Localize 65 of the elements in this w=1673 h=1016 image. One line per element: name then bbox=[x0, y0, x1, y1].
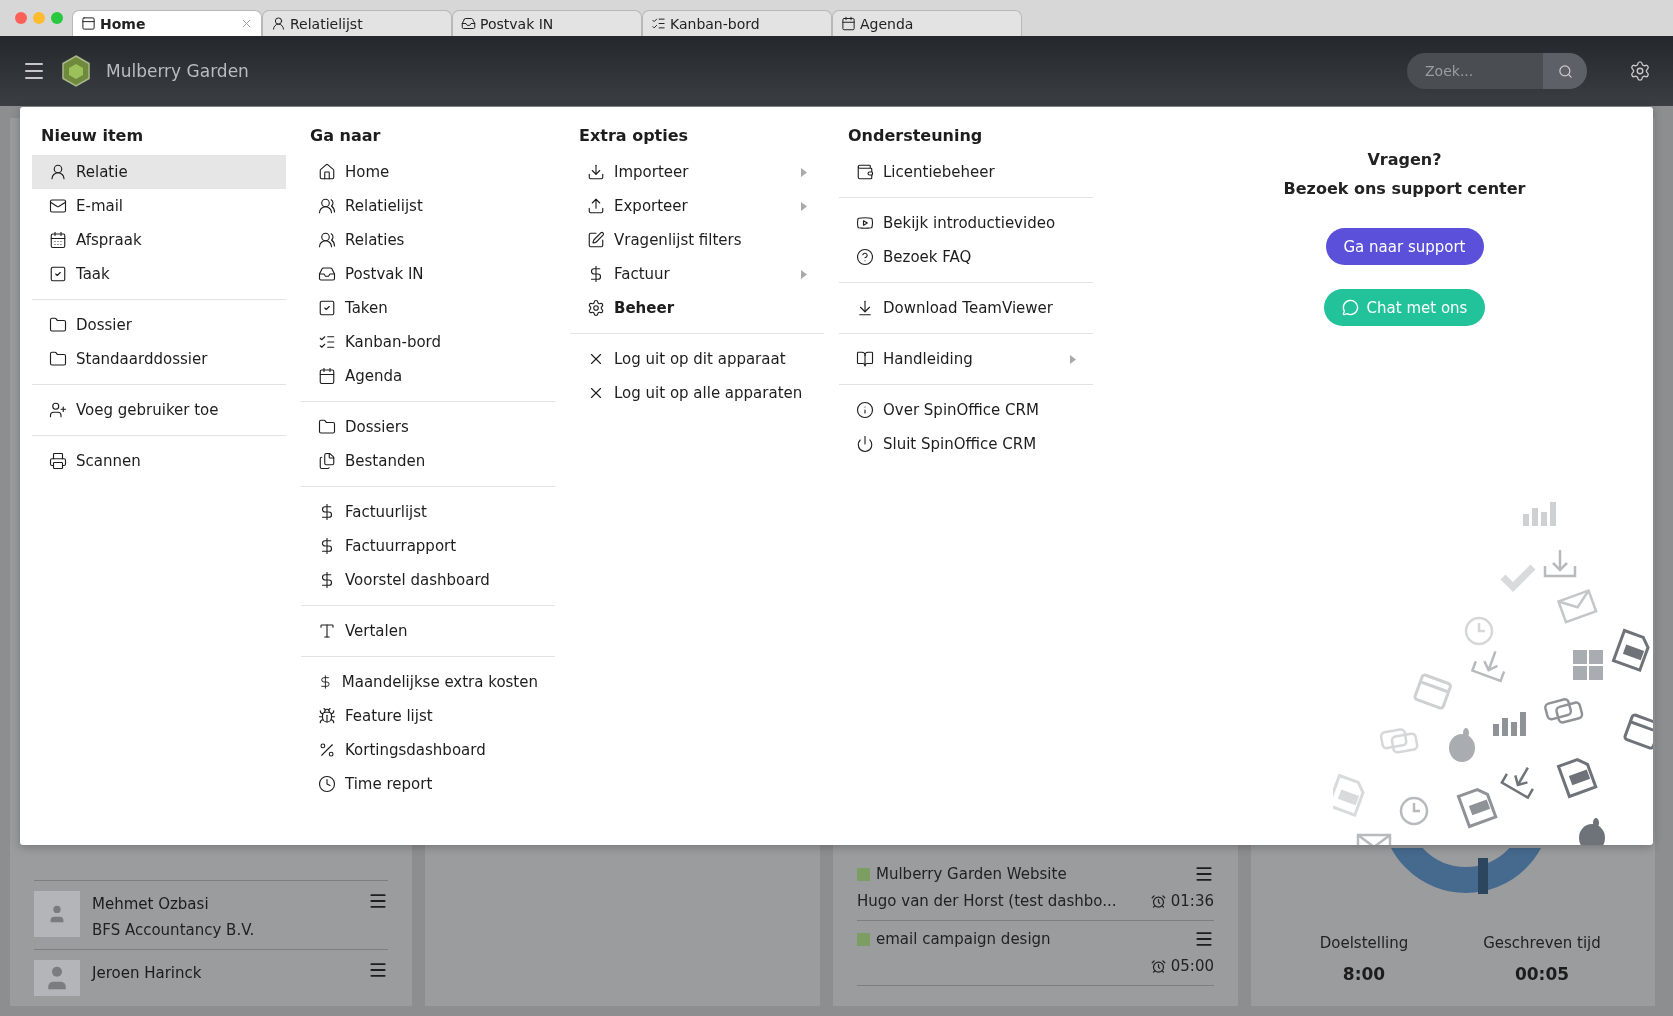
menu-item[interactable]: Download TeamViewer bbox=[839, 291, 1093, 325]
menu-item[interactable]: E-mail bbox=[32, 189, 286, 223]
menu-item[interactable]: Agenda bbox=[301, 359, 555, 393]
task-title[interactable]: email campaign design bbox=[876, 930, 1051, 948]
menu-item[interactable]: Importeer bbox=[570, 155, 824, 189]
menu-item[interactable]: Factuurlijst bbox=[301, 495, 555, 529]
menu-item[interactable]: Scannen bbox=[32, 444, 286, 478]
column-title: Ga naar bbox=[309, 126, 382, 147]
contact-name[interactable]: Jeroen Harinck bbox=[92, 964, 356, 982]
task-subtitle: Hugo van der Horst (test dashbo... bbox=[857, 892, 1117, 910]
browser-tab[interactable]: Relatielijst bbox=[262, 10, 452, 36]
menu-item[interactable]: Handleiding bbox=[839, 342, 1093, 376]
task-title[interactable]: Mulberry Garden Website bbox=[876, 865, 1067, 883]
stat-value: 00:05 bbox=[1513, 964, 1571, 984]
menu-item[interactable]: Postvak IN bbox=[301, 257, 555, 291]
menu-item[interactable]: Maandelijkse extra kosten bbox=[301, 665, 555, 699]
stat-value: 8:00 bbox=[1341, 964, 1387, 984]
menu-item[interactable]: Log uit op alle apparaten bbox=[570, 376, 824, 410]
menu-item[interactable]: Exporteer bbox=[570, 189, 824, 223]
menu-item[interactable]: Beheer bbox=[570, 291, 824, 325]
menu-item[interactable]: Relatielijst bbox=[301, 189, 555, 223]
menu-item[interactable]: Relatie bbox=[32, 155, 286, 189]
menu-item[interactable]: Home bbox=[301, 155, 555, 189]
menu-item[interactable]: Dossier bbox=[32, 308, 286, 342]
menu-item[interactable]: Dossiers bbox=[301, 410, 555, 444]
browser-tab[interactable]: Agenda bbox=[832, 10, 1022, 36]
menu-item[interactable]: Relaties bbox=[301, 223, 555, 257]
menu-item[interactable]: Feature lijst bbox=[301, 699, 555, 733]
menu-item[interactable]: Vragenlijst filters bbox=[570, 223, 824, 257]
menu-item[interactable]: Bezoek FAQ bbox=[839, 240, 1093, 274]
menu-item[interactable]: Standaarddossier bbox=[32, 342, 286, 376]
column-title: Ondersteuning bbox=[847, 126, 984, 147]
column-title: Extra opties bbox=[578, 126, 690, 147]
menu-item[interactable]: Vertalen bbox=[301, 614, 555, 648]
company-name: BFS Accountancy B.V. bbox=[92, 921, 256, 939]
column-title: Nieuw item bbox=[40, 126, 145, 147]
stat-label: Doelstelling bbox=[1318, 934, 1410, 952]
menu-item[interactable]: Bekijk introductievideo bbox=[839, 206, 1093, 240]
menu-item[interactable]: Voeg gebruiker toe bbox=[32, 393, 286, 427]
menu-item[interactable]: Factuur bbox=[570, 257, 824, 291]
contact-name[interactable]: Mehmet Ozbasi bbox=[92, 895, 356, 913]
support-button[interactable]: Ga naar support bbox=[1325, 228, 1484, 265]
brand-name: Mulberry Garden bbox=[106, 61, 249, 81]
browser-tab[interactable]: Postvak IN bbox=[452, 10, 642, 36]
search-field[interactable]: Zoek... bbox=[1407, 53, 1543, 89]
stat-label: Geschreven tijd bbox=[1482, 934, 1602, 952]
menu-item[interactable]: Taken bbox=[301, 291, 555, 325]
task-time: 01:36 bbox=[1150, 892, 1214, 910]
menu-item[interactable]: Afspraak bbox=[32, 223, 286, 257]
menu-item[interactable]: Kortingsdashboard bbox=[301, 733, 555, 767]
menu-item[interactable]: Sluit SpinOffice CRM bbox=[839, 427, 1093, 461]
task-time: 05:00 bbox=[1150, 957, 1214, 975]
menu-item[interactable]: Taak bbox=[32, 257, 286, 291]
menu-item[interactable]: Over SpinOffice CRM bbox=[839, 393, 1093, 427]
browser-tab[interactable]: Home bbox=[72, 10, 262, 36]
menu-item[interactable]: Licentiebeheer bbox=[839, 155, 1093, 189]
menu-item[interactable]: Voorstel dashboard bbox=[301, 563, 555, 597]
support-subtitle: Bezoek ons support center bbox=[1283, 179, 1526, 198]
browser-tab[interactable]: Kanban-bord bbox=[642, 10, 832, 36]
menu-item[interactable]: Log uit op dit apparaat bbox=[570, 342, 824, 376]
menu-item[interactable]: Kanban-bord bbox=[301, 325, 555, 359]
menu-item[interactable]: Bestanden bbox=[301, 444, 555, 478]
menu-item[interactable]: Factuurrapport bbox=[301, 529, 555, 563]
menu-item[interactable]: Time report bbox=[301, 767, 555, 801]
support-title: Vragen? bbox=[1367, 150, 1442, 169]
